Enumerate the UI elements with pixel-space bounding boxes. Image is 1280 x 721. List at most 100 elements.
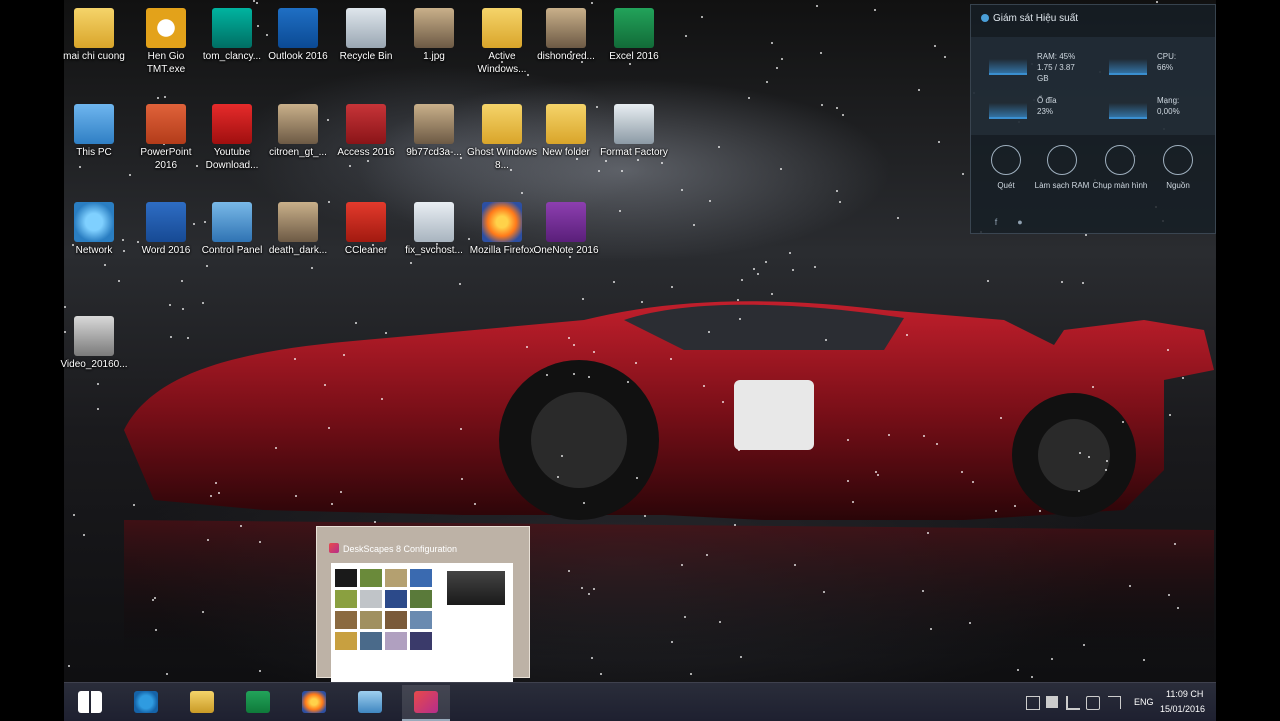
cpu-graph xyxy=(1109,53,1147,75)
taskbar-explorer-button[interactable] xyxy=(178,685,226,719)
taskbar-start-button[interactable] xyxy=(66,685,114,719)
snowflake xyxy=(670,358,672,360)
clock-time[interactable]: 11:09 CH xyxy=(1166,689,1203,699)
snowflake xyxy=(753,268,755,270)
flag-icon[interactable] xyxy=(1046,696,1058,708)
snowflake xyxy=(636,477,638,479)
snowflake xyxy=(521,192,523,194)
desktop-icon[interactable]: New folder xyxy=(530,104,602,159)
snowflake xyxy=(874,9,876,11)
taskbar-thumbnail[interactable]: DeskScapes 8 Configuration xyxy=(316,526,530,683)
snowflake xyxy=(821,104,823,106)
performance-widget: Giám sát Hiệu suất RAM: 45% 1.75 / 3.87 … xyxy=(970,4,1216,234)
desktop-icon[interactable]: citroen_gt_... xyxy=(262,104,334,159)
thumbnail-preview xyxy=(331,563,513,683)
desktop-icon[interactable]: Active Windows... xyxy=(466,8,538,76)
desktop-icon[interactable]: Word 2016 xyxy=(130,202,202,257)
snowflake xyxy=(1014,505,1016,507)
snowflake xyxy=(294,358,296,360)
desktop-icon[interactable]: mai chi cuong xyxy=(58,8,130,63)
desktop-icon[interactable]: death_dark... xyxy=(262,202,334,257)
desktop-icon[interactable]: Control Panel xyxy=(196,202,268,257)
desktop-icon[interactable]: CCleaner xyxy=(330,202,402,257)
desktop-icon-label: Ghost Windows 8... xyxy=(466,147,538,171)
taskbar-firefox-button[interactable] xyxy=(290,685,338,719)
network-tray-icon[interactable] xyxy=(1066,696,1080,710)
desktop-icon[interactable]: Excel 2016 xyxy=(598,8,670,63)
power-button[interactable]: Nguồn xyxy=(1149,145,1207,191)
snowflake xyxy=(852,501,854,503)
network-label: Mạng: xyxy=(1157,96,1180,105)
snowflake xyxy=(944,56,946,58)
desktop-icon[interactable]: Mozilla Firefox xyxy=(466,202,538,257)
volume-icon[interactable] xyxy=(1108,696,1121,709)
language-indicator[interactable]: ENG xyxy=(1134,697,1154,707)
wallpaper-tile xyxy=(335,569,357,587)
desktop-icon[interactable]: PowerPoint 2016 xyxy=(130,104,202,172)
file-explorer-icon xyxy=(190,691,214,713)
desktop-icon[interactable]: Network xyxy=(58,202,130,257)
desktop-icon[interactable]: fix_svchost... xyxy=(398,202,470,257)
info-icon[interactable]: ● xyxy=(1015,217,1025,227)
snowflake xyxy=(340,491,342,493)
battery-icon[interactable] xyxy=(1086,696,1100,710)
taskbar-store-button[interactable] xyxy=(234,685,282,719)
snowflake xyxy=(825,339,827,341)
snowflake xyxy=(739,318,741,320)
wallpaper-tile xyxy=(385,590,407,608)
snowflake xyxy=(170,336,172,338)
snowflake xyxy=(701,16,703,18)
desktop-icon-label: 9b77cd3a-... xyxy=(406,147,462,158)
snowflake xyxy=(154,597,156,599)
network-graph xyxy=(1109,97,1147,119)
snowflake xyxy=(1122,421,1124,423)
clean-ram-button[interactable]: Làm sạch RAM xyxy=(1033,145,1091,191)
desktop-icon[interactable]: Video_20160... xyxy=(58,316,130,371)
desktop-icon[interactable]: Youtube Download... xyxy=(196,104,268,172)
snowflake xyxy=(741,279,743,281)
desktop-icon[interactable]: 1.jpg xyxy=(398,8,470,63)
taskbar-ie-button[interactable] xyxy=(122,685,170,719)
snowflake xyxy=(961,471,963,473)
taskbar-app5-button[interactable] xyxy=(346,685,394,719)
desktop-icon[interactable]: Recycle Bin xyxy=(330,8,402,63)
snowflake xyxy=(152,599,154,601)
snowflake xyxy=(706,554,708,556)
settings-file-icon xyxy=(414,202,454,242)
snowflake xyxy=(718,146,720,148)
snowflake xyxy=(155,629,157,631)
desktop-icon[interactable]: This PC xyxy=(58,104,130,159)
screenshot-icon xyxy=(1105,145,1135,175)
wallpaper-tile xyxy=(410,632,432,650)
snowflake xyxy=(187,337,189,339)
taskbar-deskscapes-button[interactable] xyxy=(402,685,450,721)
snowflake xyxy=(1085,234,1087,236)
snowflake xyxy=(381,398,383,400)
desktop-icon[interactable]: OneNote 2016 xyxy=(530,202,602,257)
desktop-icon[interactable]: tom_clancy... xyxy=(196,8,268,63)
scan-button[interactable]: Quét xyxy=(977,145,1035,191)
snowflake xyxy=(1174,543,1176,545)
desktop-icon[interactable]: Hen Gio TMT.exe xyxy=(130,8,202,76)
desktop-icon-label: mai chi cuong xyxy=(63,51,125,62)
widget-stats: RAM: 45% 1.75 / 3.87 GB CPU: 66% Ổ đĩa 2… xyxy=(971,37,1215,135)
clock-date[interactable]: 15/01/2016 xyxy=(1160,704,1205,714)
snowflake xyxy=(918,89,920,91)
snowflake xyxy=(771,42,773,44)
facebook-icon[interactable]: f xyxy=(991,217,1001,227)
show-hidden-icon[interactable] xyxy=(1026,696,1040,710)
desktop-icon[interactable]: dishonored... xyxy=(530,8,602,63)
desktop-icon-label: Hen Gio TMT.exe xyxy=(146,51,186,75)
desktop-icon[interactable]: 9b77cd3a-... xyxy=(398,104,470,159)
desktop-icon[interactable]: Outlook 2016 xyxy=(262,8,334,63)
firefox-icon xyxy=(482,202,522,242)
desktop-icon[interactable]: Ghost Windows 8... xyxy=(466,104,538,172)
desktop-icon[interactable]: Format Factory xyxy=(598,104,670,159)
snowflake xyxy=(987,280,989,282)
screenshot-button[interactable]: Chụp màn hình xyxy=(1091,145,1149,191)
desktop-icon-label: death_dark... xyxy=(268,245,328,256)
snowflake xyxy=(561,455,563,457)
snowflake xyxy=(906,334,908,336)
desktop-icon[interactable]: Access 2016 xyxy=(330,104,402,159)
deskscapes-icon xyxy=(414,691,438,713)
